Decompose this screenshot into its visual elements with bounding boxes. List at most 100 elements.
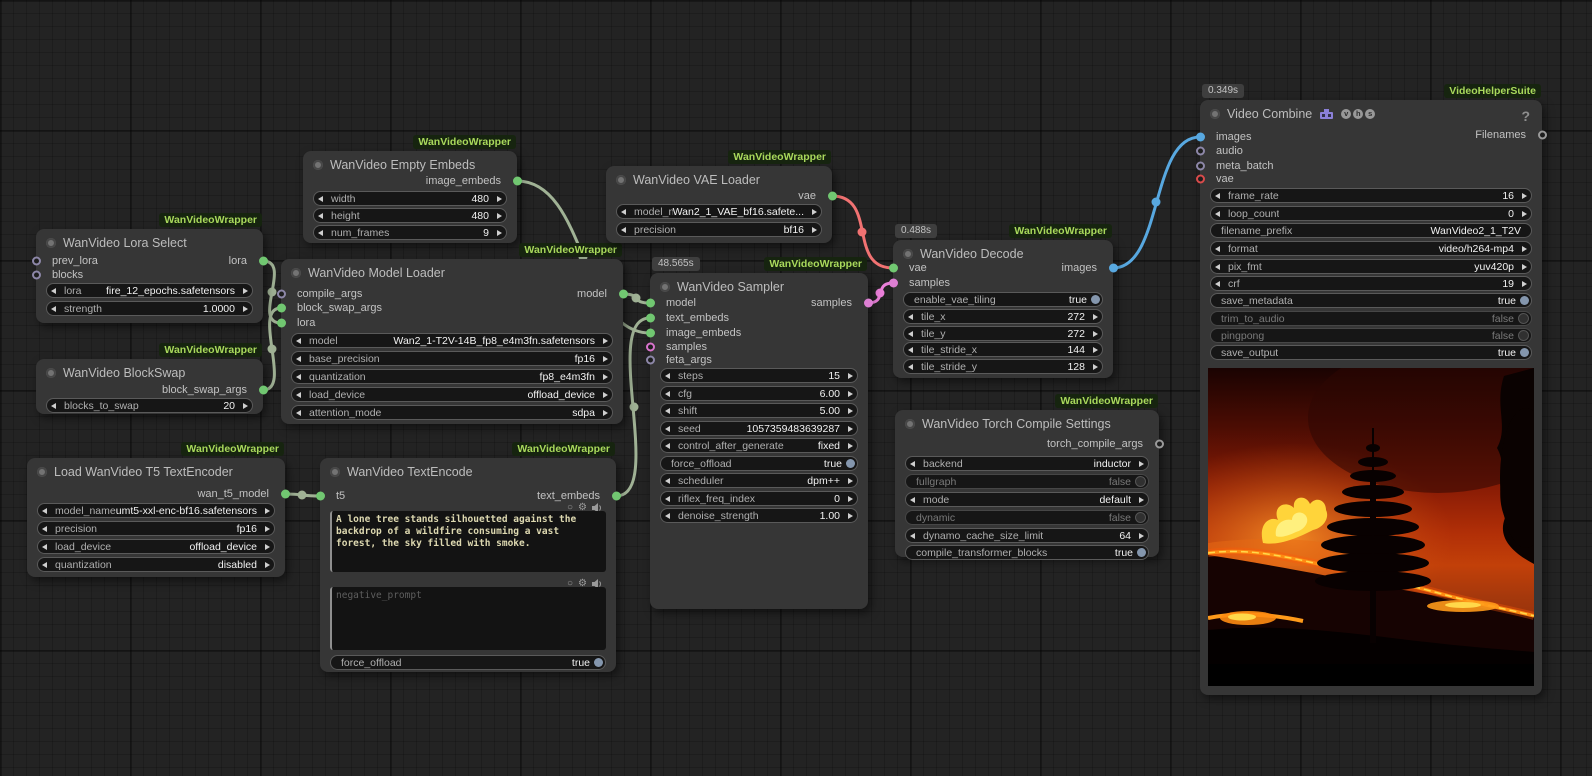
node-torch-compile-settings[interactable]: WanVideoWrapper WanVideo Torch Compile S…	[895, 410, 1159, 557]
decrement-arrow-icon[interactable]	[908, 347, 913, 353]
widget-seed[interactable]: seed 1057359483639287	[660, 421, 858, 436]
decrement-arrow-icon[interactable]	[51, 306, 56, 312]
input-port-blocks[interactable]: blocks	[36, 268, 83, 282]
decrement-arrow-icon[interactable]	[42, 508, 47, 514]
decrement-arrow-icon[interactable]	[296, 374, 301, 380]
output-port-images[interactable]: images	[1062, 261, 1113, 275]
widget-strength[interactable]: strength 1.0000	[46, 301, 253, 316]
collapse-dot-icon[interactable]	[37, 467, 47, 477]
widget-model-name[interactable]: model_name umt5-xxl-enc-bf16.safetensors	[37, 503, 275, 518]
port-dot[interactable]	[281, 490, 290, 499]
widget-tile-y[interactable]: tile_y 272	[903, 326, 1103, 341]
output-port-model[interactable]: model	[577, 287, 623, 301]
port-dot[interactable]	[259, 386, 268, 395]
increment-arrow-icon[interactable]	[848, 373, 853, 379]
decrement-arrow-icon[interactable]	[318, 196, 323, 202]
increment-arrow-icon[interactable]	[497, 196, 502, 202]
increment-arrow-icon[interactable]	[603, 374, 608, 380]
decrement-arrow-icon[interactable]	[665, 373, 670, 379]
widget-height[interactable]: height 480	[313, 208, 507, 223]
collapse-dot-icon[interactable]	[313, 160, 323, 170]
decrement-arrow-icon[interactable]	[1215, 211, 1220, 217]
widget-num-frames[interactable]: num_frames 9	[313, 225, 507, 240]
input-port-vae[interactable]: vae	[1200, 172, 1234, 186]
output-port-filenames[interactable]: Filenames	[1475, 128, 1542, 142]
increment-arrow-icon[interactable]	[243, 403, 248, 409]
widget-tile-x[interactable]: tile_x 272	[903, 309, 1103, 324]
help-icon[interactable]: ?	[1521, 108, 1530, 124]
port-dot[interactable]	[277, 319, 286, 328]
toggle-knob[interactable]	[1091, 295, 1100, 304]
port-dot[interactable]	[646, 356, 655, 365]
widget-backend[interactable]: backend inductor	[905, 456, 1149, 471]
decrement-arrow-icon[interactable]	[318, 230, 323, 236]
increment-arrow-icon[interactable]	[848, 426, 853, 432]
increment-arrow-icon[interactable]	[243, 288, 248, 294]
decrement-arrow-icon[interactable]	[1215, 246, 1220, 252]
increment-arrow-icon[interactable]	[603, 356, 608, 362]
node-title[interactable]: WanVideo Torch Compile Settings	[905, 417, 1149, 431]
decrement-arrow-icon[interactable]	[42, 526, 47, 532]
decrement-arrow-icon[interactable]	[910, 461, 915, 467]
widget-filename-prefix[interactable]: filename_prefix WanVideo2_1_T2V	[1210, 223, 1532, 238]
increment-arrow-icon[interactable]	[603, 338, 608, 344]
output-port-samples[interactable]: samples	[811, 296, 868, 310]
increment-arrow-icon[interactable]	[1139, 533, 1144, 539]
decrement-arrow-icon[interactable]	[621, 209, 626, 215]
decrement-arrow-icon[interactable]	[665, 391, 670, 397]
widget-precision[interactable]: precision fp16	[37, 521, 275, 536]
output-port-block-swap-args[interactable]: block_swap_args	[162, 383, 263, 397]
widget-quantization[interactable]: quantization disabled	[37, 557, 275, 572]
increment-arrow-icon[interactable]	[1139, 461, 1144, 467]
input-port-t5[interactable]: t5	[320, 489, 345, 503]
port-dot[interactable]	[1196, 147, 1205, 156]
node-wanvideo-blockswap[interactable]: WanVideoWrapper WanVideo BlockSwap block…	[36, 359, 263, 414]
widget-format[interactable]: format video/h264-mp4	[1210, 241, 1532, 256]
output-port-vae[interactable]: vae	[798, 189, 832, 203]
collapse-dot-icon[interactable]	[616, 175, 626, 185]
widget-force-offload[interactable]: force_offload true	[660, 456, 858, 471]
decrement-arrow-icon[interactable]	[665, 443, 670, 449]
input-port-text-embeds[interactable]: text_embeds	[650, 311, 729, 325]
collapse-dot-icon[interactable]	[660, 282, 670, 292]
output-port-image-embeds[interactable]: image_embeds	[426, 174, 517, 188]
decrement-arrow-icon[interactable]	[910, 533, 915, 539]
widget-precision[interactable]: precision bf16	[616, 222, 822, 237]
widget-compile-transformer-blocks[interactable]: compile_transformer_blocks true	[905, 545, 1149, 560]
increment-arrow-icon[interactable]	[1522, 264, 1527, 270]
toggle-knob[interactable]	[1135, 476, 1146, 487]
increment-arrow-icon[interactable]	[848, 443, 853, 449]
widget-riflex-freq-index[interactable]: riflex_freq_index 0	[660, 491, 858, 506]
port-dot[interactable]	[1196, 175, 1205, 184]
widget-scheduler[interactable]: scheduler dpm++	[660, 473, 858, 488]
port-dot[interactable]	[316, 492, 325, 501]
widget-control-after-generate[interactable]: control_after_generate fixed	[660, 438, 858, 453]
toggle-knob[interactable]	[1518, 313, 1529, 324]
toggle-knob[interactable]	[594, 658, 603, 667]
node-title[interactable]: WanVideo VAE Loader	[616, 173, 822, 187]
decrement-arrow-icon[interactable]	[908, 314, 913, 320]
decrement-arrow-icon[interactable]	[621, 227, 626, 233]
decrement-arrow-icon[interactable]	[51, 288, 56, 294]
toggle-knob[interactable]	[1518, 330, 1529, 341]
port-dot[interactable]	[889, 264, 898, 273]
increment-arrow-icon[interactable]	[1139, 497, 1144, 503]
node-title[interactable]: WanVideo Empty Embeds	[313, 158, 507, 172]
node-title[interactable]: WanVideo Lora Select	[46, 236, 253, 250]
increment-arrow-icon[interactable]	[1522, 246, 1527, 252]
decrement-arrow-icon[interactable]	[665, 478, 670, 484]
increment-arrow-icon[interactable]	[848, 408, 853, 414]
input-port-samples[interactable]: samples	[650, 340, 707, 354]
toggle-knob[interactable]	[1137, 548, 1146, 557]
collapse-dot-icon[interactable]	[903, 249, 913, 259]
input-port-samples[interactable]: samples	[893, 276, 950, 290]
port-dot[interactable]	[259, 257, 268, 266]
decrement-arrow-icon[interactable]	[1215, 193, 1220, 199]
port-dot[interactable]	[619, 290, 628, 299]
node-title[interactable]: WanVideo TextEncode	[330, 465, 606, 479]
port-dot[interactable]	[513, 177, 522, 186]
widget-tile-stride-x[interactable]: tile_stride_x 144	[903, 342, 1103, 357]
negative-prompt-textarea[interactable]: negative_prompt	[330, 587, 606, 650]
decrement-arrow-icon[interactable]	[665, 496, 670, 502]
port-dot[interactable]	[864, 299, 873, 308]
